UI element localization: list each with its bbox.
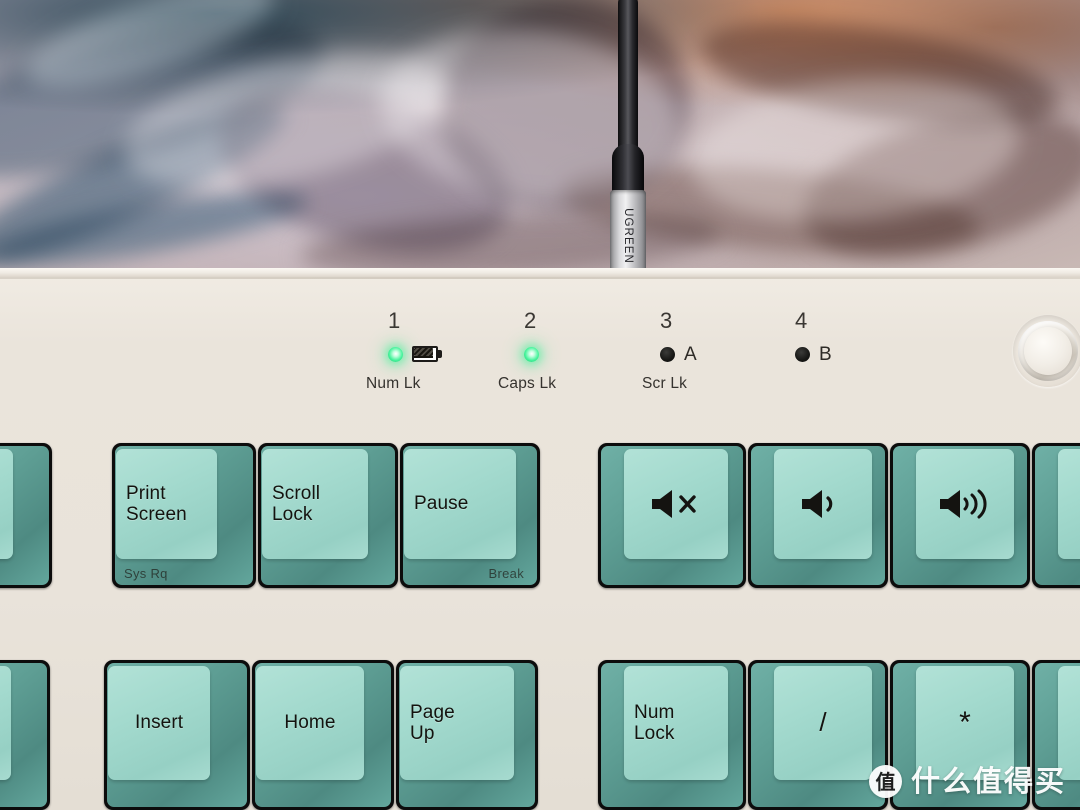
key-legend-line1: Print — [126, 482, 166, 504]
indicator-2-number: 2 — [524, 308, 537, 333]
indicator-1: 1 Num Lk — [366, 308, 442, 393]
indicator-3: 3 A Scr Lk — [642, 308, 697, 393]
watermark-badge: 值 — [868, 765, 902, 798]
photo-canvas: UGREEN 1 Num Lk 2 Caps Lk 3 A Scr Lk 4 B… — [0, 0, 1080, 810]
key-pause-sublegend: Break — [488, 566, 524, 581]
key-print-screen-legend: Print Screen — [116, 449, 217, 559]
watermark: 值 什么值得买 — [868, 764, 1066, 798]
key-legend-line1: Insert — [135, 712, 184, 734]
key-print-screen[interactable]: Print Screen Sys Rq — [112, 443, 256, 588]
key-scroll-lock-legend: Scroll Lock — [262, 449, 368, 559]
key-pause[interactable]: Pause Break — [400, 443, 540, 588]
key-row-top: Print Screen Sys Rq Scroll Lock Pause Br… — [0, 443, 1080, 588]
key-volume-up[interactable] — [890, 443, 1030, 588]
indicator-3-side-label: A — [684, 343, 697, 365]
key-legend-line1: Num — [634, 701, 675, 723]
key-divide[interactable]: / — [748, 660, 888, 810]
volume-mute-icon — [624, 449, 728, 559]
key-home-legend: Home — [256, 666, 364, 780]
cable-brand-text: UGREEN — [622, 208, 634, 264]
key-pause-legend: Pause — [404, 449, 516, 559]
indicator-1-label: Num Lk — [366, 375, 421, 392]
key-page-up-legend: Page Up — [400, 666, 514, 780]
indicator-4-side-label: B — [819, 343, 832, 365]
key-home[interactable]: Home — [252, 660, 394, 810]
led-scroll-lock — [660, 346, 675, 362]
key-legend-line2: Lock — [272, 504, 313, 526]
key-legend-line2: Lock — [634, 723, 675, 744]
indicator-1-number: 1 — [388, 308, 401, 333]
key-legend-line1: / — [819, 707, 827, 738]
key-legend-line1: Pause — [414, 493, 469, 515]
key-insert[interactable]: Insert — [104, 660, 250, 810]
indicator-3-label: Scr Lk — [642, 375, 688, 392]
key-volume-down[interactable] — [748, 443, 888, 588]
battery-icon — [412, 346, 442, 362]
indicator-4-number: 4 — [795, 308, 808, 333]
key-f12-partial[interactable] — [0, 443, 52, 588]
key-legend-line1: Page — [410, 701, 455, 723]
case-bevel-line — [0, 277, 1080, 279]
indicator-4: 4 B — [795, 310, 832, 364]
key-insert-legend: Insert — [108, 666, 210, 780]
key-num-lock-legend: Num Lock — [624, 666, 728, 780]
rotary-knob[interactable] — [1013, 315, 1080, 387]
indicator-3-number: 3 — [660, 308, 673, 333]
volume-down-icon — [774, 449, 872, 559]
key-print-screen-sublegend: Sys Rq — [124, 566, 168, 581]
key-left-partial[interactable] — [0, 660, 50, 810]
indicator-2: 2 Caps Lk — [498, 308, 556, 393]
key-divide-legend: / — [774, 666, 872, 780]
knob-cap — [1024, 327, 1072, 375]
key-legend-line1: Home — [284, 712, 336, 734]
key-scroll-lock[interactable]: Scroll Lock — [258, 443, 398, 588]
watermark-text: 什么值得买 — [910, 764, 1066, 798]
usb-cable: UGREEN — [606, 0, 650, 282]
led-caps-lock — [524, 346, 539, 362]
key-legend-line2: Screen — [126, 504, 187, 526]
indicator-2-label: Caps Lk — [498, 375, 557, 392]
key-page-up[interactable]: Page Up — [396, 660, 538, 810]
key-multiply-legend: * — [916, 666, 1014, 780]
key-legend-line2: Up — [410, 723, 435, 744]
led-num-lock — [388, 346, 403, 362]
volume-up-icon — [916, 449, 1014, 559]
indicator-strip: 1 Num Lk 2 Caps Lk 3 A Scr Lk 4 B — [0, 310, 1080, 430]
case-top-bevel — [0, 268, 1080, 277]
key-legend-line1: * — [959, 706, 971, 740]
led-profile-b — [795, 346, 810, 362]
key-legend-line1: Scroll — [272, 482, 321, 504]
background-artwork — [0, 0, 1080, 272]
key-num-lock[interactable]: Num Lock — [598, 660, 746, 810]
key-media-extra[interactable] — [1032, 443, 1080, 588]
key-mute[interactable] — [598, 443, 746, 588]
